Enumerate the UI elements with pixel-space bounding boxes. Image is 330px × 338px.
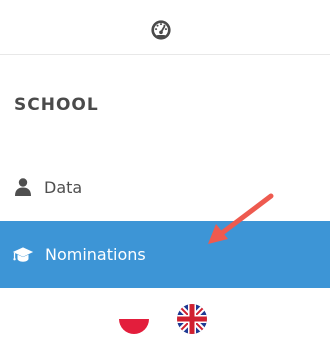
sidebar-item-label: Data: [44, 177, 83, 197]
user-icon: [12, 176, 34, 198]
top-bar: [0, 0, 330, 55]
dashboard-gauge-icon[interactable]: [150, 19, 172, 41]
section-title: SCHOOL: [14, 95, 99, 115]
poland-flag-icon[interactable]: [119, 304, 149, 334]
graduation-cap-icon: [12, 244, 34, 266]
language-switcher: [0, 302, 330, 338]
sidebar-item-label: Nominations: [45, 245, 146, 264]
uk-flag-icon[interactable]: [177, 304, 207, 334]
annotation-arrow-icon: [208, 193, 274, 244]
